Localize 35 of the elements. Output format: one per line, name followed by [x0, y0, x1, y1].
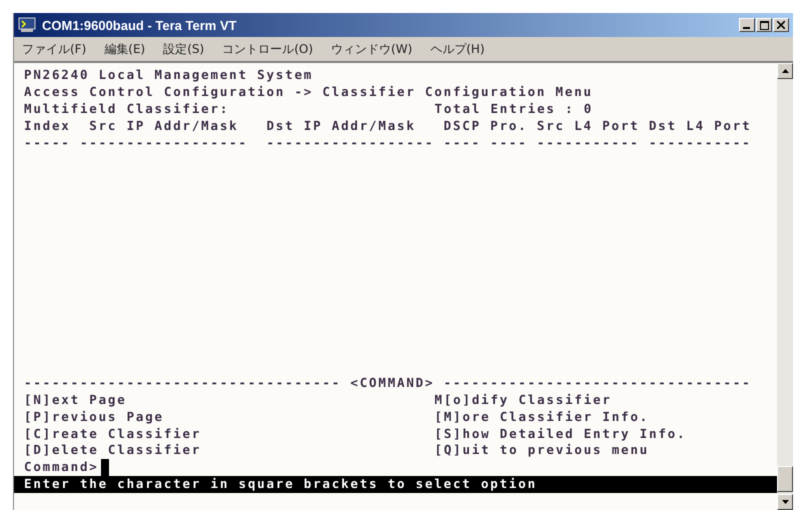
menu-item[interactable]: 編集(E) — [102, 40, 148, 58]
maximize-button[interactable] — [756, 18, 772, 32]
total-entries: Total Entries : 0 — [434, 100, 594, 118]
window-title: COM1:9600baud - Tera Term VT — [42, 18, 238, 32]
menu-command: [C]reate Classifier — [24, 426, 202, 442]
command-prompt: Command> — [24, 459, 99, 476]
scroll-down-button[interactable] — [777, 494, 793, 510]
command-divider: ---------------------------------- <COMMAND> --------------------------------- — [24, 374, 752, 392]
maximize-icon — [760, 20, 768, 30]
minimize-button[interactable] — [739, 18, 755, 32]
column-headers: Index Src IP Addr/Mask Dst IP Addr/Mask DSCP Pro. Src L4 Port Dst L4 Port — [24, 118, 752, 135]
terminal-line: Access Control Configuration -> Classifier Configuration Menu — [24, 84, 593, 101]
down-arrow-icon — [782, 500, 788, 504]
section-label: Multifield Classifier: — [24, 100, 230, 118]
menu-command: [M]ore Classifier Info. — [434, 408, 650, 426]
menu-command: M[o]dify Classifier — [434, 392, 612, 409]
menu-command: [D]elete Classifier — [24, 442, 202, 460]
menu-command: [S]how Detailed Entry Info. — [434, 426, 686, 442]
menu-command: [P]revious Page — [24, 408, 165, 426]
scroll-thumb[interactable] — [777, 466, 793, 492]
menu-item[interactable]: コントロール(O) — [220, 40, 316, 58]
menu-item[interactable]: ファイル(F) — [20, 40, 88, 58]
column-rules: ----- ------------------ ------------------ ---- ---- ----------- ----------- — [24, 134, 752, 152]
close-button[interactable] — [773, 18, 789, 32]
close-icon — [777, 21, 785, 29]
scroll-up-button[interactable] — [777, 63, 793, 79]
terminal-icon — [18, 17, 36, 33]
up-arrow-icon — [782, 69, 788, 73]
terminal-line: PN26240 Local Management System — [24, 67, 314, 84]
menu-command: [Q]uit to previous menu — [434, 442, 650, 460]
menu-command: [N]ext Page — [24, 392, 128, 409]
text-cursor — [100, 459, 109, 476]
menu-item[interactable]: ウィンドウ(W) — [329, 40, 414, 58]
menu-item[interactable]: 設定(S) — [161, 40, 206, 58]
menu-item[interactable]: ヘルプ(H) — [428, 40, 487, 58]
